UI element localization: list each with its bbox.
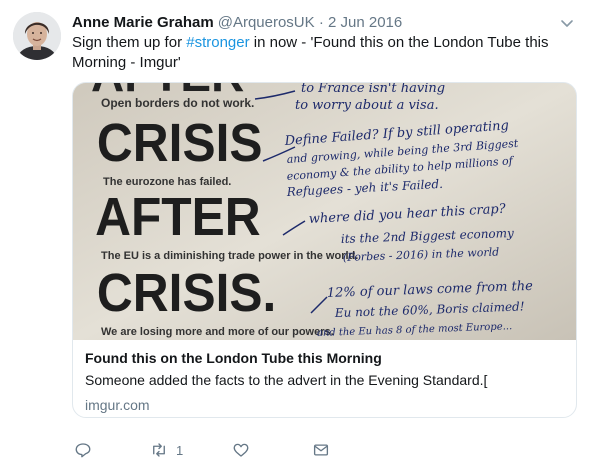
avatar-image [13,12,61,60]
print-subline-4: We are losing more and more of our power… [101,326,334,338]
tweet-text-start: Sign them up for [72,34,187,51]
card-domain: imgur.com [85,397,150,413]
separator-dot: · [318,14,324,31]
hashtag-link[interactable]: #stronger [186,34,249,51]
chevron-down-icon[interactable] [559,15,575,31]
note-1-line-1: to France isn't having [301,83,445,96]
note-1-line-2: to worry about a visa. [295,98,439,113]
direct-message-button[interactable] [312,440,330,460]
print-headline-3: AFTER [95,186,261,246]
card-description: Someone added the facts to the advert in… [85,372,488,388]
card-title[interactable]: Found this on the London Tube this Morni… [85,349,564,368]
print-subline-1: Open borders do not work. [101,96,254,110]
print-headline-4: CRISIS. [97,262,276,322]
reply-button[interactable] [74,440,100,460]
print-headline-2: CRISIS [97,112,263,172]
tweet-text: Sign them up for #stronger in now - 'Fou… [72,33,572,73]
tweet-header: Anne Marie Graham @ArquerosUK · 2 Jun 201… [72,13,565,33]
retweet-button[interactable]: 1 [150,440,183,460]
tweet-actions: 1 [72,440,552,460]
like-icon [232,441,250,459]
print-subline-3: The EU is a diminishing trade power in t… [101,250,358,262]
author-handle[interactable]: @ArquerosUK [218,14,315,31]
retweet-count: 1 [176,442,184,458]
card-image[interactable]: AFTER Open borders do not work. CRISIS T… [73,83,576,340]
tweet[interactable]: Anne Marie Graham @ArquerosUK · 2 Jun 201… [0,0,589,471]
reply-icon [74,441,92,459]
retweet-icon [150,441,168,459]
avatar[interactable] [13,12,61,60]
link-card[interactable]: AFTER Open borders do not work. CRISIS T… [72,82,577,418]
author-name[interactable]: Anne Marie Graham [72,14,214,31]
like-button[interactable] [232,440,258,460]
card-body: Found this on the London Tube this Morni… [85,349,564,415]
tweet-timestamp[interactable]: 2 Jun 2016 [328,14,402,31]
direct-message-icon [312,441,330,459]
